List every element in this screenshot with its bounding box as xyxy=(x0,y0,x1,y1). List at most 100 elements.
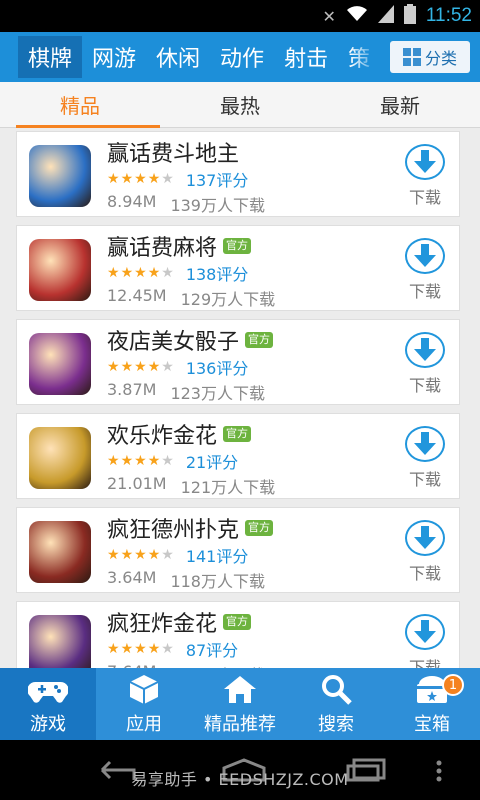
category-tab[interactable]: 棋牌 xyxy=(18,36,83,78)
meta-row: 3.87M 123万人下载 xyxy=(107,380,265,404)
star-rating: ★ ★ ★ ★ ★ xyxy=(107,359,174,375)
bottom-nav-label: 宝箱 xyxy=(414,714,450,735)
star-rating: ★ ★ ★ ★ ★ xyxy=(107,171,174,187)
app-icon[interactable] xyxy=(29,239,91,301)
star-icon: ★ xyxy=(120,453,134,469)
mute-icon: ✕ xyxy=(322,6,336,26)
star-icon: ★ xyxy=(161,265,174,281)
app-list-item[interactable]: 夜店美女骰子 官方 ★ ★ ★ ★ ★ 136评分 3.87M 123万人下载 下载 xyxy=(16,319,460,405)
star-icon: ★ xyxy=(120,547,134,563)
signal-icon xyxy=(377,5,394,27)
app-list-item[interactable]: 赢话费斗地主 ★ ★ ★ ★ ★ 137评分 8.94M 139万人下载 下载 xyxy=(16,131,460,217)
download-button[interactable]: 下载 xyxy=(403,144,447,208)
app-icon[interactable] xyxy=(29,427,91,489)
star-icon: ★ xyxy=(147,171,161,187)
app-icon[interactable] xyxy=(29,145,91,207)
status-bar: ✕ 11:52 xyxy=(0,0,480,32)
bottom-nav-label: 应用 xyxy=(126,714,162,735)
app-name-row: 疯狂炸金花 官方 xyxy=(107,606,252,638)
download-count: 121万人下载 xyxy=(180,478,276,497)
bottom-nav-item[interactable]: 游戏 xyxy=(0,668,96,740)
rating-row: ★ ★ ★ ★ ★ 87评分 xyxy=(107,637,238,661)
wifi-icon xyxy=(346,6,368,26)
app-list-item[interactable]: 欢乐炸金花 官方 ★ ★ ★ ★ ★ 21评分 21.01M 121万人下载 下载 xyxy=(16,413,460,499)
system-nav-bar: 易享助手 • EEDSHZJZ.COM xyxy=(0,740,480,800)
star-icon: ★ xyxy=(161,359,174,375)
star-icon: ★ xyxy=(147,547,161,563)
classify-button[interactable]: 分类 xyxy=(390,41,470,73)
download-button[interactable]: 下载 xyxy=(403,614,447,668)
star-icon: ★ xyxy=(120,171,134,187)
category-tab[interactable]: 射击 xyxy=(274,36,338,78)
download-label: 下载 xyxy=(408,658,441,668)
download-count: 118万人下载 xyxy=(170,572,265,591)
app-icon[interactable] xyxy=(29,521,91,583)
official-badge: 官方 xyxy=(245,332,274,348)
official-badge: 官方 xyxy=(245,520,274,536)
download-button[interactable]: 下载 xyxy=(403,332,447,396)
app-list[interactable]: 赢话费斗地主 ★ ★ ★ ★ ★ 137评分 8.94M 139万人下载 下载 赢话费麻… xyxy=(0,128,480,668)
star-icon: ★ xyxy=(120,641,134,657)
bottom-nav-item[interactable]: 宝箱 1 xyxy=(384,668,480,740)
rating-row: ★ ★ ★ ★ ★ 137评分 xyxy=(107,167,248,191)
bottom-nav-label: 精品推荐 xyxy=(204,714,276,735)
app-list-item[interactable]: 疯狂德州扑克 官方 ★ ★ ★ ★ ★ 141评分 3.64M 118万人下载 下载 xyxy=(16,507,460,593)
star-rating: ★ ★ ★ ★ ★ xyxy=(107,265,174,281)
star-icon: ★ xyxy=(134,547,147,563)
sub-tab[interactable]: 最新 xyxy=(320,82,480,127)
app-icon[interactable] xyxy=(29,333,91,395)
download-icon xyxy=(405,144,445,180)
bottom-nav-item[interactable]: 搜索 xyxy=(288,668,384,740)
app-name: 夜店美女骰子 xyxy=(107,330,240,355)
star-icon: ★ xyxy=(147,359,161,375)
star-icon: ★ xyxy=(147,265,161,281)
app-name: 赢话费斗地主 xyxy=(107,142,240,167)
app-icon[interactable] xyxy=(29,615,91,668)
category-tab[interactable]: 休闲 xyxy=(146,36,210,78)
star-icon: ★ xyxy=(134,265,147,281)
rating-row: ★ ★ ★ ★ ★ 138评分 xyxy=(107,261,248,285)
official-badge: 官方 xyxy=(223,614,252,630)
category-tab[interactable]: 动作 xyxy=(210,36,274,78)
official-badge: 官方 xyxy=(223,238,252,254)
star-icon: ★ xyxy=(107,547,120,563)
app-name-row: 赢话费麻将 官方 xyxy=(107,230,252,262)
star-icon: ★ xyxy=(107,641,120,657)
sub-tab[interactable]: 精品 xyxy=(0,82,160,128)
app-name-row: 欢乐炸金花 官方 xyxy=(107,418,252,450)
search-icon xyxy=(320,672,352,706)
star-icon: ★ xyxy=(120,265,134,281)
download-icon xyxy=(405,426,445,462)
download-button[interactable]: 下载 xyxy=(403,426,447,490)
app-list-item[interactable]: 疯狂炸金花 官方 ★★★★★ 87评分 7.64M 113万人下载 下载 xyxy=(16,601,460,668)
download-button[interactable]: 下载 xyxy=(403,238,447,302)
sub-tab[interactable]: 最热 xyxy=(160,82,320,127)
star-rating: ★ ★ ★ ★ ★ xyxy=(107,453,174,469)
grid-icon xyxy=(402,48,421,66)
meta-row: 21.01M 121万人下载 xyxy=(107,474,275,498)
category-tab[interactable]: 网游 xyxy=(82,36,146,78)
bottom-nav-label: 搜索 xyxy=(318,714,354,735)
official-badge: 官方 xyxy=(223,426,252,442)
download-button[interactable]: 下载 xyxy=(403,520,447,584)
download-count: 123万人下载 xyxy=(170,384,265,403)
star-icon: ★ xyxy=(134,359,147,375)
app-list-item[interactable]: 赢话费麻将 官方 ★ ★ ★ ★ ★ 138评分 12.45M 129万人下载 下载 xyxy=(16,225,460,311)
star-icon: ★ xyxy=(147,641,161,657)
download-label: 下载 xyxy=(408,282,441,301)
download-icon xyxy=(405,614,445,650)
app-name-row: 赢话费斗地主 xyxy=(107,136,239,168)
star-icon: ★ xyxy=(134,453,147,469)
battery-icon xyxy=(403,4,416,28)
home-icon xyxy=(223,672,257,706)
app-name: 疯狂炸金花 xyxy=(107,612,218,637)
star-icon: ★ xyxy=(161,547,174,563)
bottom-nav: 游戏 应用 精品推荐 搜索 宝箱 1 xyxy=(0,668,480,740)
app-name: 欢乐炸金花 xyxy=(107,424,218,449)
download-label: 下载 xyxy=(408,376,441,395)
bottom-nav-item[interactable]: 精品推荐 xyxy=(192,668,288,740)
gamepad-icon xyxy=(28,672,68,706)
notification-badge: 1 xyxy=(442,674,464,696)
app-size: 3.87M xyxy=(107,380,157,399)
bottom-nav-item[interactable]: 应用 xyxy=(96,668,192,740)
